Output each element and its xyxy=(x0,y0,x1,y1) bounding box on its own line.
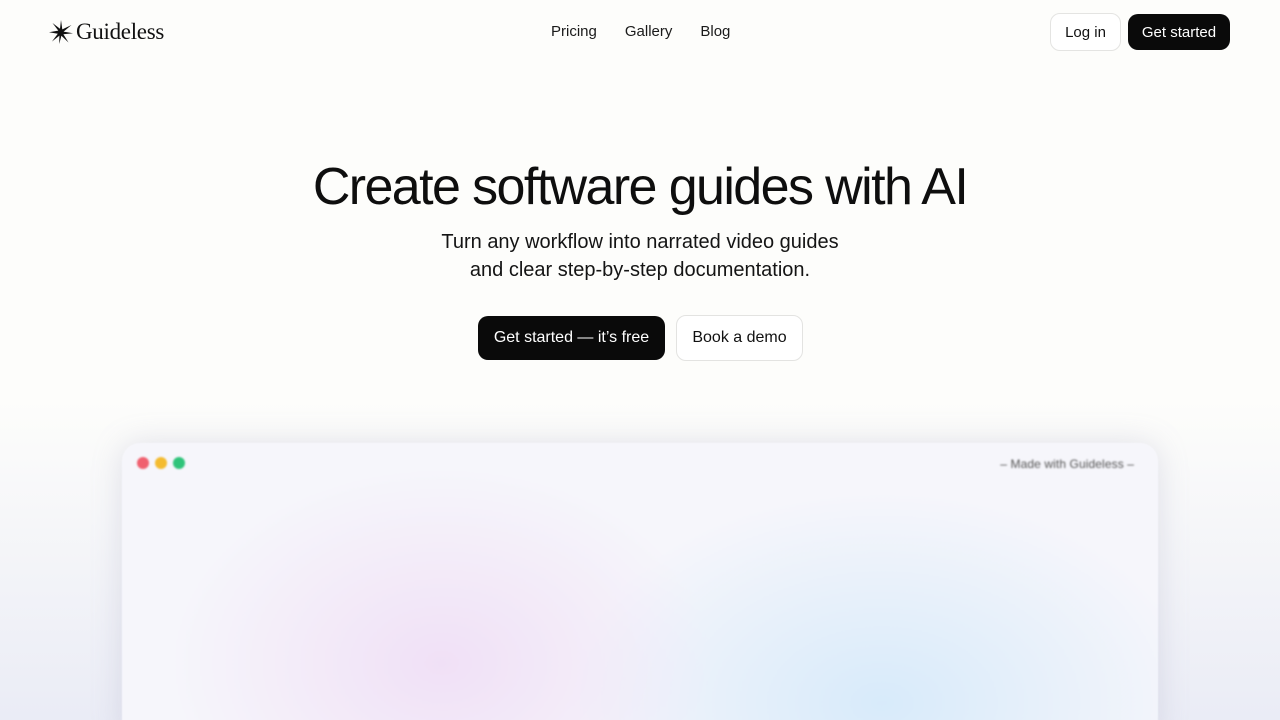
brand-logo[interactable]: Guideless xyxy=(48,18,164,46)
product-preview-window: – Made with Guideless – xyxy=(122,443,1158,720)
book-demo-button[interactable]: Book a demo xyxy=(676,315,803,361)
nav-link-gallery[interactable]: Gallery xyxy=(611,22,687,42)
window-controls xyxy=(137,457,185,469)
hero-subtitle-line-1: Turn any workflow into narrated video gu… xyxy=(441,231,839,253)
hero-subtitle-line-2: and clear step-by-step documentation. xyxy=(469,259,811,281)
sparkle-star-icon xyxy=(49,20,73,44)
close-dot-icon xyxy=(137,457,149,469)
landing-page: Guideless Pricing Gallery Blog Log in Ge… xyxy=(0,0,1280,720)
site-header: Guideless Pricing Gallery Blog Log in Ge… xyxy=(0,0,1280,64)
hero-subtitle: Turn any workflow into narrated video gu… xyxy=(0,228,1280,284)
login-button[interactable]: Log in xyxy=(1050,13,1121,51)
header-get-started-button[interactable]: Get started xyxy=(1128,14,1230,50)
hero-title: Create software guides with AI xyxy=(312,158,969,216)
nav-link-blog[interactable]: Blog xyxy=(686,22,744,42)
minimize-dot-icon xyxy=(155,457,167,469)
get-started-free-button[interactable]: Get started — it’s free xyxy=(478,316,665,360)
made-with-badge: – Made with Guideless – xyxy=(1000,457,1134,471)
maximize-dot-icon xyxy=(173,457,185,469)
brand-name: Guideless xyxy=(76,19,165,44)
nav-link-pricing[interactable]: Pricing xyxy=(537,22,611,42)
main-nav: Pricing Gallery Blog xyxy=(537,22,744,42)
